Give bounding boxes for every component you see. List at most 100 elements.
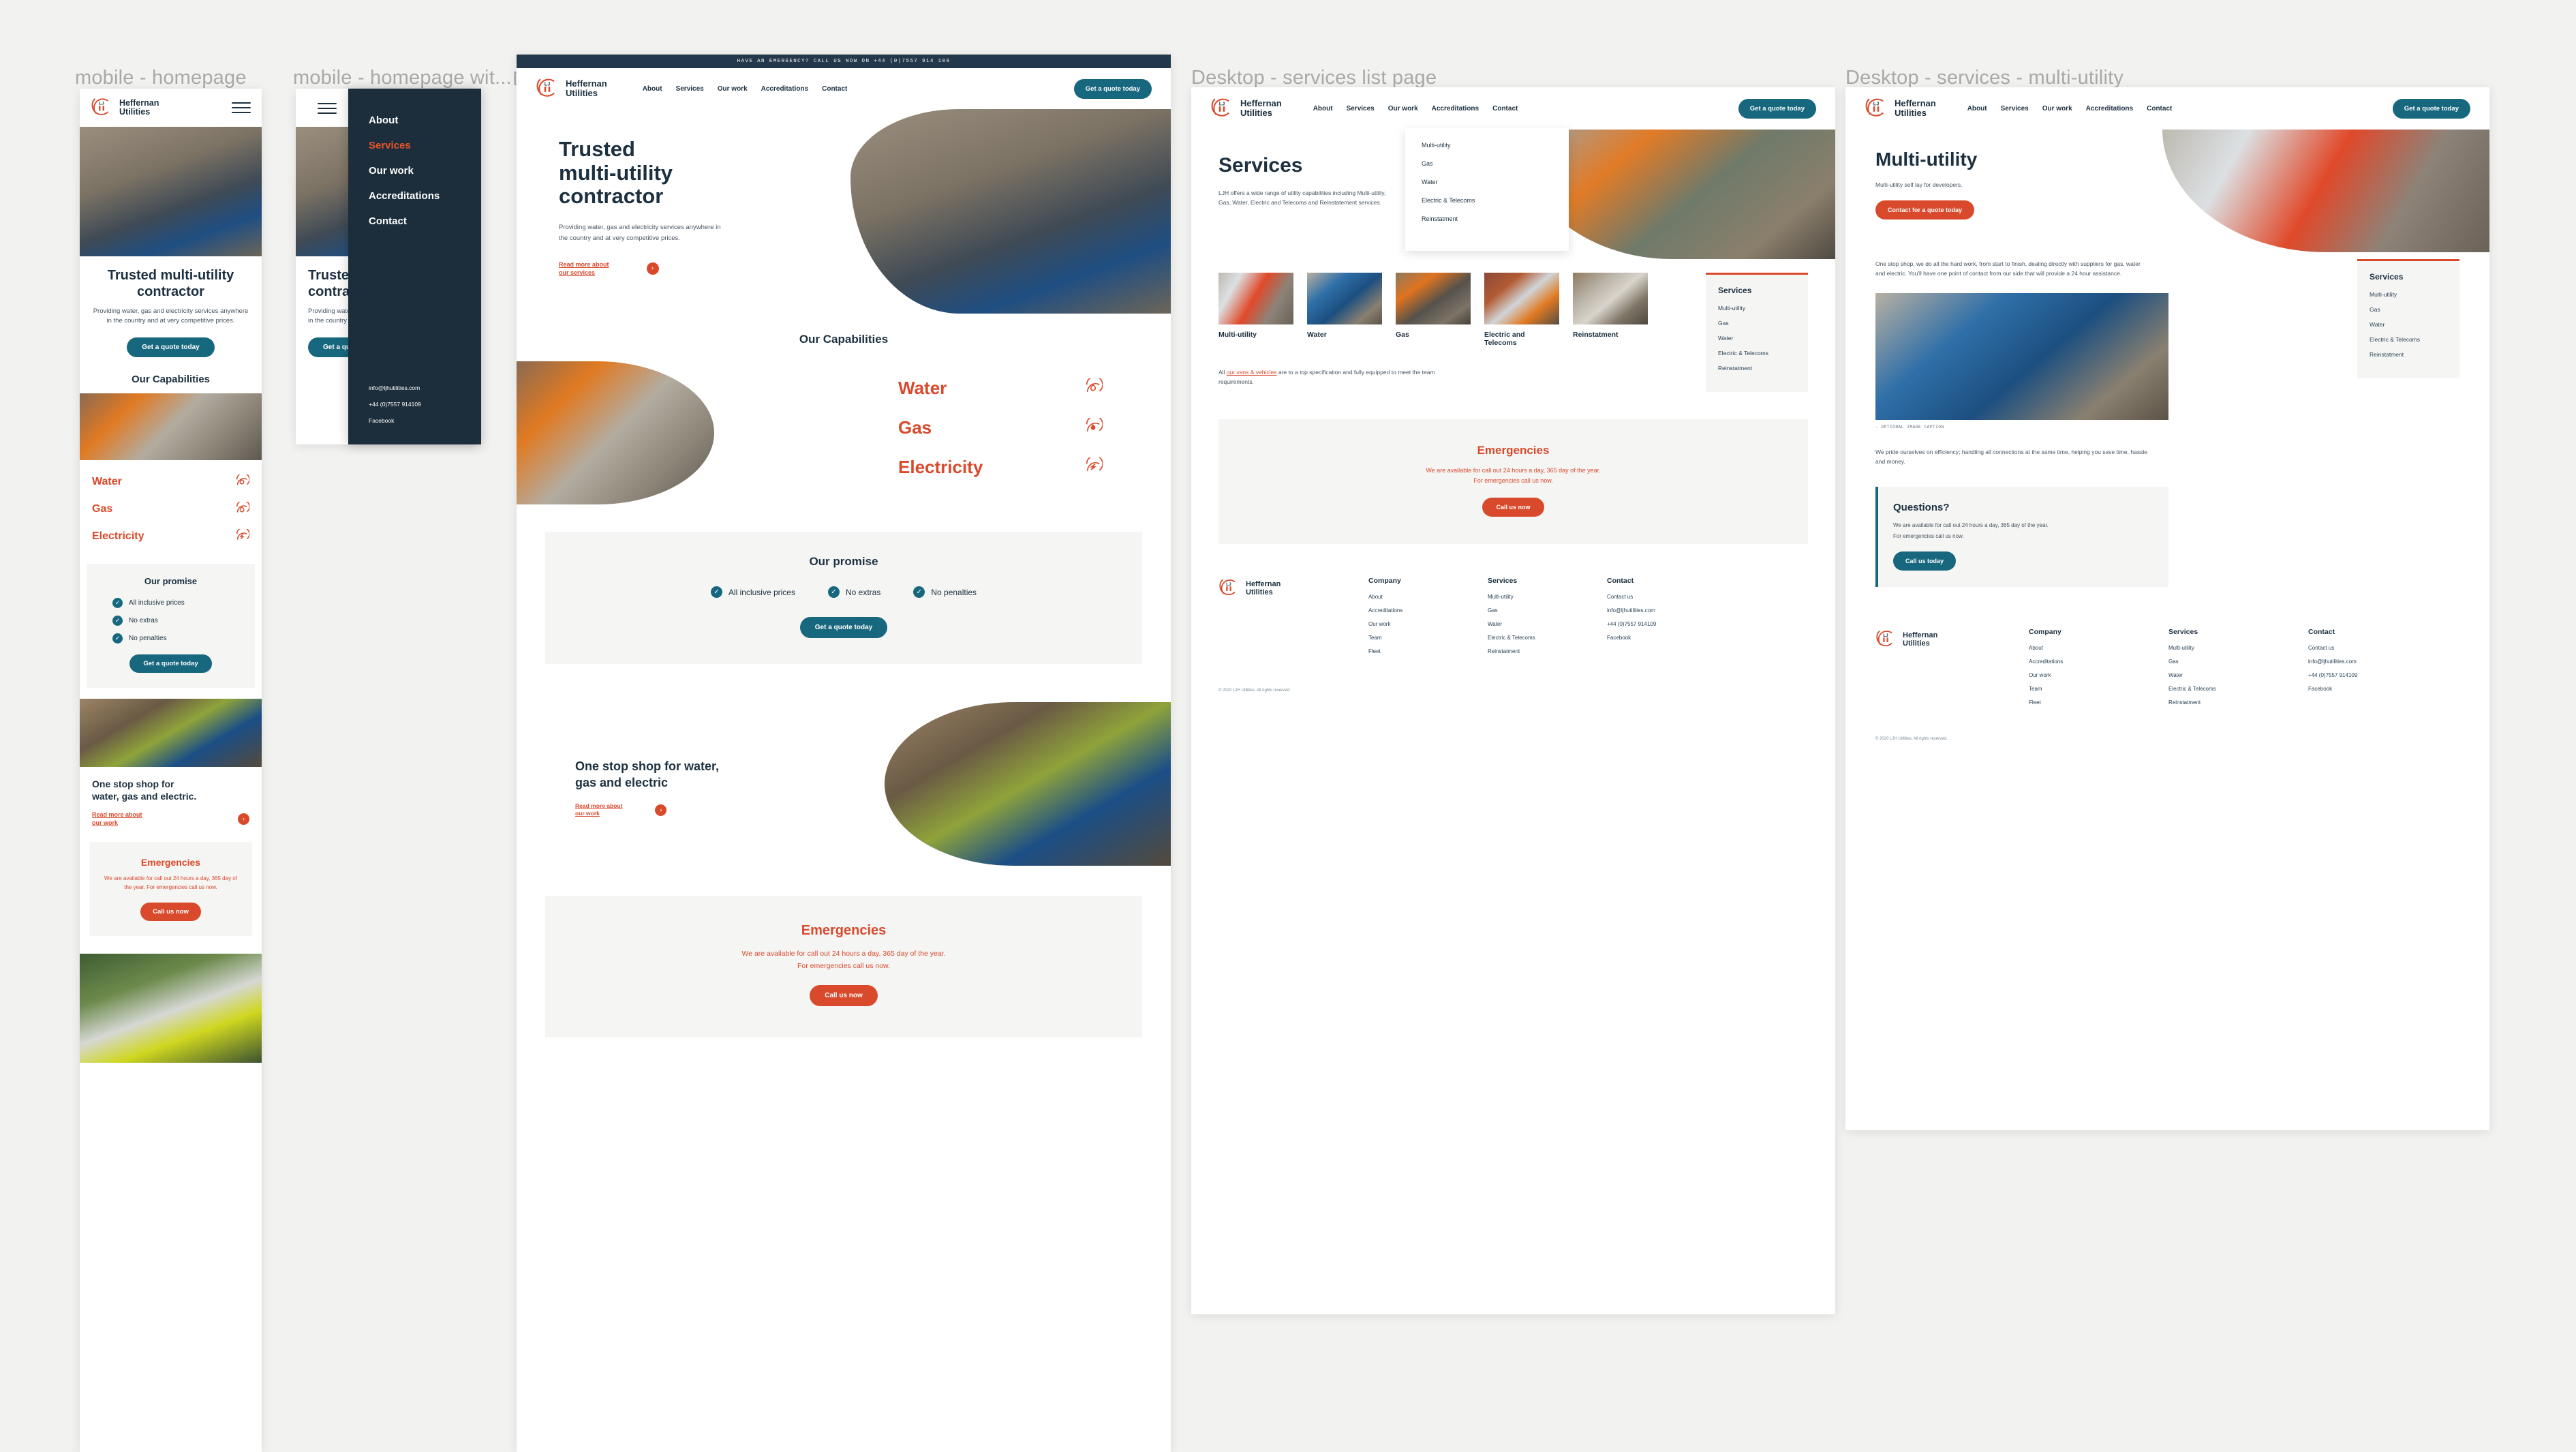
nav-item-our-work[interactable]: Our work — [718, 85, 748, 93]
arrow-right-icon[interactable]: › — [646, 262, 659, 275]
get-a-quote-button[interactable]: Get a quote today — [1073, 78, 1152, 99]
nav-item-contact[interactable]: Contact — [1492, 105, 1518, 112]
sidebar-item-electric-telecoms[interactable]: Electric & Telecoms — [1718, 350, 1796, 357]
footer-link-electric-telecoms[interactable]: Electric & Telecoms — [1488, 635, 1607, 641]
sidebar-item-gas[interactable]: Gas — [1718, 320, 1796, 327]
sidebar-item-gas[interactable]: Gas — [2370, 306, 2447, 313]
footer-link-email[interactable]: info@ljhutilities.com — [2308, 659, 2444, 665]
footer-link-phone[interactable]: +44 (0)7557 914109 — [2308, 672, 2444, 678]
hamburger-menu-icon[interactable] — [232, 99, 251, 117]
nav-item-services[interactable]: Services — [1347, 105, 1375, 112]
get-a-quote-button[interactable]: Get a quote today — [127, 337, 215, 357]
sidebar-item-water[interactable]: Water — [1718, 335, 1796, 342]
logo[interactable]: LJ Heffernan Utilities — [536, 76, 607, 102]
capability-row[interactable]: Gas — [92, 496, 249, 523]
footer-link-water[interactable]: Water — [1488, 621, 1607, 627]
footer-link-our-work[interactable]: Our work — [1368, 621, 1488, 627]
contact-for-quote-button[interactable]: Contact for a quote today — [1875, 200, 1975, 220]
dropdown-item-reinstatment[interactable]: Reinstatment — [1422, 215, 1569, 222]
footer-link-multi-utility[interactable]: Multi-utility — [1488, 594, 1607, 600]
footer-link-accreditations[interactable]: Accreditations — [2029, 659, 2168, 665]
footer-link-gas[interactable]: Gas — [1488, 607, 1607, 614]
service-card[interactable]: Water — [1307, 273, 1382, 347]
capability-row[interactable]: Water — [898, 368, 1103, 408]
dropdown-item-multi-utility[interactable]: Multi-utility — [1422, 142, 1569, 149]
hamburger-menu-icon[interactable] — [318, 100, 337, 117]
footer-logo[interactable]: LJ Heffernan Utilities — [1875, 628, 2029, 652]
nav-item-services[interactable]: Services — [2001, 105, 2029, 112]
dropdown-item-water[interactable]: Water — [1422, 179, 1569, 185]
drawer-facebook-link[interactable]: Facebook — [369, 417, 421, 424]
capability-row[interactable]: Electricity — [92, 523, 249, 550]
footer-link-contact-us[interactable]: Contact us — [1607, 594, 1736, 600]
nav-item-accreditations[interactable]: Accreditations — [1432, 105, 1479, 112]
service-card[interactable]: Reinstatment — [1573, 273, 1648, 347]
drawer-email-link[interactable]: info@ljhutilities.com — [369, 384, 421, 391]
nav-item-our-work[interactable]: Our work — [1388, 105, 1418, 112]
footer-link-gas[interactable]: Gas — [2168, 659, 2308, 665]
footer-logo[interactable]: LJ Heffernan Utilities — [1218, 577, 1368, 601]
get-a-quote-button[interactable]: Get a quote today — [129, 654, 212, 673]
logo[interactable]: LJ Heffernan Utilities — [1865, 95, 1936, 122]
footer-link-team[interactable]: Team — [2029, 686, 2168, 692]
footer-link-electric-telecoms[interactable]: Electric & Telecoms — [2168, 686, 2308, 692]
footer-link-phone[interactable]: +44 (0)7557 914109 — [1607, 621, 1736, 627]
read-more-services-link[interactable]: Read more about our services — [559, 260, 609, 277]
drawer-link-about[interactable]: About — [369, 115, 481, 126]
nav-item-services[interactable]: Services — [676, 85, 704, 93]
footer-link-fleet[interactable]: Fleet — [2029, 699, 2168, 706]
read-more-our-work-link[interactable]: Read more about our work — [92, 811, 142, 827]
footer-link-reinstatment[interactable]: Reinstatment — [2168, 699, 2308, 706]
nav-item-about[interactable]: About — [1967, 105, 1987, 112]
footer-link-multi-utility[interactable]: Multi-utility — [2168, 645, 2308, 651]
arrow-right-icon[interactable]: › — [238, 813, 249, 825]
footer-link-contact-us[interactable]: Contact us — [2308, 645, 2444, 651]
capability-row[interactable]: Electricity — [898, 447, 1103, 487]
sidebar-item-multi-utility[interactable]: Multi-utility — [2370, 291, 2447, 298]
read-more-our-work-link[interactable]: Read more about our work — [575, 802, 622, 818]
footer-link-our-work[interactable]: Our work — [2029, 672, 2168, 678]
logo[interactable]: LJ Heffernan Utilities — [91, 95, 159, 121]
drawer-link-accreditations[interactable]: Accreditations — [369, 190, 481, 202]
service-card[interactable]: Gas — [1396, 273, 1471, 347]
get-a-quote-button[interactable]: Get a quote today — [2392, 98, 2470, 119]
call-us-now-button[interactable]: Call us now — [1482, 498, 1544, 517]
arrow-right-icon[interactable]: › — [655, 804, 667, 816]
get-a-quote-button[interactable]: Get a quote today — [799, 617, 888, 638]
capability-row[interactable]: Gas — [898, 408, 1103, 447]
call-us-today-button[interactable]: Call us today — [1893, 551, 1957, 571]
drawer-link-services[interactable]: Services — [369, 140, 481, 151]
sidebar-item-reinstatment[interactable]: Reinstatment — [1718, 365, 1796, 372]
call-us-now-button[interactable]: Call us now — [140, 902, 201, 921]
footer-link-email[interactable]: info@ljhutilities.com — [1607, 607, 1736, 614]
dropdown-item-gas[interactable]: Gas — [1422, 160, 1569, 167]
footer-link-team[interactable]: Team — [1368, 635, 1488, 641]
footer-link-water[interactable]: Water — [2168, 672, 2308, 678]
footer-link-facebook[interactable]: Facebook — [1607, 635, 1736, 641]
drawer-link-contact[interactable]: Contact — [369, 215, 481, 227]
drawer-link-our-work[interactable]: Our work — [369, 165, 481, 177]
logo[interactable]: LJ Heffernan Utilities — [1210, 95, 1282, 122]
get-a-quote-button[interactable]: Get a quote today — [1738, 98, 1816, 119]
our-vans-link[interactable]: our vans & vehicles — [1227, 369, 1277, 376]
sidebar-item-water[interactable]: Water — [2370, 321, 2447, 328]
nav-item-our-work[interactable]: Our work — [2042, 105, 2072, 112]
drawer-phone-link[interactable]: +44 (0)7557 914109 — [369, 401, 421, 408]
nav-item-contact[interactable]: Contact — [2147, 105, 2172, 112]
nav-item-accreditations[interactable]: Accreditations — [761, 85, 808, 93]
service-card[interactable]: Multi-utility — [1218, 273, 1293, 347]
call-us-now-button[interactable]: Call us now — [810, 985, 878, 1006]
footer-link-facebook[interactable]: Facebook — [2308, 686, 2444, 692]
dropdown-item-electric-telecoms[interactable]: Electric & Telecoms — [1422, 197, 1569, 204]
capability-row[interactable]: Water — [92, 468, 249, 496]
footer-link-about[interactable]: About — [1368, 594, 1488, 600]
nav-item-contact[interactable]: Contact — [822, 85, 847, 93]
sidebar-item-multi-utility[interactable]: Multi-utility — [1718, 305, 1796, 312]
footer-link-reinstatment[interactable]: Reinstatment — [1488, 648, 1607, 654]
sidebar-item-reinstatment[interactable]: Reinstatment — [2370, 351, 2447, 358]
nav-item-about[interactable]: About — [1313, 105, 1333, 112]
service-card[interactable]: Electric and Telecoms — [1484, 273, 1559, 347]
footer-link-about[interactable]: About — [2029, 645, 2168, 651]
footer-link-accreditations[interactable]: Accreditations — [1368, 607, 1488, 614]
sidebar-item-electric-telecoms[interactable]: Electric & Telecoms — [2370, 336, 2447, 343]
